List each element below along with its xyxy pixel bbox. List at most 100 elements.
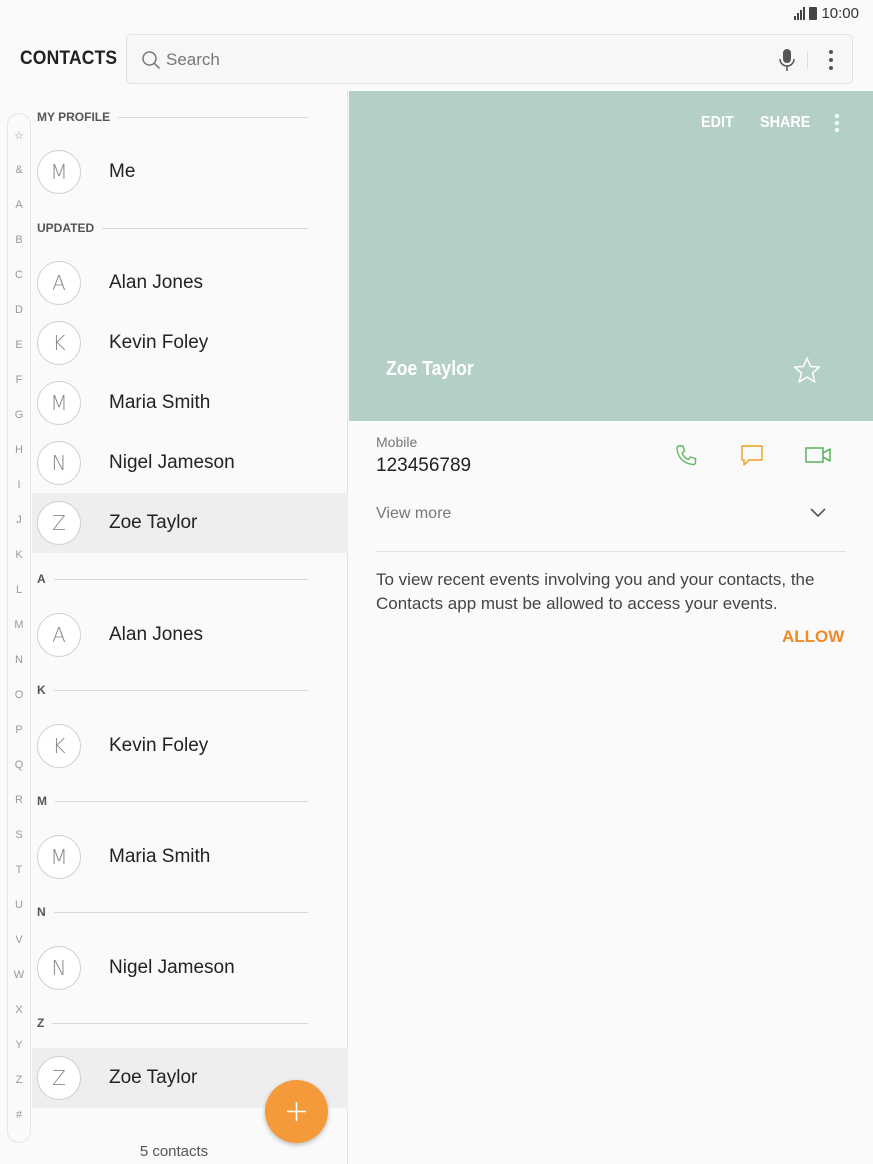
events-permission-text: To view recent events involving you and … — [376, 570, 815, 613]
avatar: A — [37, 613, 81, 657]
video-call-icon[interactable] — [804, 443, 832, 467]
avatar: M — [37, 381, 81, 425]
contact-name: Maria Smith — [109, 846, 211, 867]
index-letter[interactable]: C — [8, 269, 30, 281]
index-letter[interactable]: I — [8, 479, 30, 491]
index-letter[interactable]: O — [8, 689, 30, 701]
contact-name: Zoe Taylor — [109, 1067, 198, 1088]
index-letter[interactable]: B — [8, 234, 30, 246]
mic-icon[interactable] — [778, 48, 796, 72]
battery-icon — [809, 7, 818, 20]
avatar: N — [37, 946, 81, 990]
search-input[interactable] — [166, 45, 746, 75]
section-header-updated: UPDATED — [37, 220, 308, 236]
contact-name: Zoe Taylor — [109, 512, 198, 533]
section-header-k: K — [37, 682, 308, 698]
phone-number[interactable]: 123456789 — [376, 455, 471, 477]
index-letter[interactable]: Q — [8, 759, 30, 771]
section-header-a: A — [37, 571, 308, 587]
allow-button[interactable]: ALLOW — [782, 627, 844, 647]
avatar: M — [37, 835, 81, 879]
contact-detail-panel: EDIT SHARE Zoe Taylor Mobile 123456789 V… — [349, 91, 873, 1164]
index-letter[interactable]: N — [8, 654, 30, 666]
index-letter[interactable]: Y — [8, 1039, 30, 1051]
index-letter[interactable]: V — [8, 934, 30, 946]
index-letter[interactable]: ☆ — [8, 129, 30, 142]
index-letter[interactable]: F — [8, 374, 30, 386]
contact-row[interactable]: N Nigel Jameson — [32, 433, 348, 493]
share-button[interactable]: SHARE — [760, 114, 810, 132]
index-letter[interactable]: D — [8, 304, 30, 316]
edit-button[interactable]: EDIT — [701, 114, 734, 132]
contact-count: 5 contacts — [139, 1143, 209, 1160]
contact-row[interactable]: K Kevin Foley — [32, 313, 348, 373]
plus-icon — [287, 1102, 306, 1121]
avatar: A — [37, 261, 81, 305]
phone-type-label: Mobile — [376, 434, 418, 450]
index-letter[interactable]: M — [8, 619, 30, 631]
add-contact-button[interactable] — [265, 1080, 328, 1143]
contact-name: Me — [109, 161, 136, 182]
index-letter[interactable]: E — [8, 339, 30, 351]
status-time: 10:00 — [821, 5, 859, 22]
index-letter[interactable]: Z — [8, 1074, 30, 1086]
index-letter[interactable]: S — [8, 829, 30, 841]
contact-name: Kevin Foley — [109, 735, 209, 756]
search-icon — [142, 51, 161, 70]
index-letter[interactable]: T — [8, 864, 30, 876]
avatar: K — [37, 321, 81, 365]
index-letter[interactable]: L — [8, 584, 30, 596]
contact-hero: EDIT SHARE Zoe Taylor — [349, 91, 873, 421]
contact-name: Nigel Jameson — [109, 957, 235, 978]
contact-row[interactable]: A Alan Jones — [32, 253, 348, 313]
contact-row[interactable]: K Kevin Foley — [32, 716, 348, 776]
contact-name: Nigel Jameson — [109, 452, 235, 473]
search-separator — [807, 52, 808, 69]
contact-name: Alan Jones — [109, 624, 204, 645]
index-letter[interactable]: H — [8, 444, 30, 456]
status-indicators: 10:00 — [794, 5, 859, 22]
contact-row[interactable]: A Alan Jones — [32, 605, 348, 665]
status-bar: 10:00 — [0, 0, 873, 28]
message-icon[interactable] — [739, 443, 765, 469]
avatar: M — [37, 150, 81, 194]
contacts-list-panel: ☆ & A B C D E F G H I J K L M N O P Q R … — [0, 91, 348, 1164]
section-header-n: N — [37, 904, 308, 920]
contact-name: Alan Jones — [109, 272, 204, 293]
more-options-icon[interactable] — [828, 49, 834, 71]
avatar: N — [37, 441, 81, 485]
alphabet-index-bar[interactable]: ☆ & A B C D E F G H I J K L M N O P Q R … — [7, 113, 31, 1143]
contact-row-selected[interactable]: Z Zoe Taylor — [32, 493, 348, 553]
avatar: K — [37, 724, 81, 768]
contact-row[interactable]: M Maria Smith — [32, 827, 348, 887]
index-letter[interactable]: # — [8, 1109, 30, 1121]
avatar: Z — [37, 501, 81, 545]
phone-icon[interactable] — [674, 443, 698, 467]
index-letter[interactable]: & — [8, 164, 30, 176]
contact-row[interactable]: N Nigel Jameson — [32, 938, 348, 998]
index-letter[interactable]: G — [8, 409, 30, 421]
index-letter[interactable]: X — [8, 1004, 30, 1016]
index-letter[interactable]: U — [8, 899, 30, 911]
section-header-z: Z — [37, 1015, 308, 1031]
index-letter[interactable]: R — [8, 794, 30, 806]
contact-name: Maria Smith — [109, 392, 211, 413]
index-letter[interactable]: K — [8, 549, 30, 561]
index-letter[interactable]: J — [8, 514, 30, 526]
favorite-star-icon[interactable] — [793, 356, 821, 384]
search-box[interactable] — [126, 34, 853, 84]
view-more-link[interactable]: View more — [376, 505, 451, 523]
contact-row-me[interactable]: M Me — [32, 142, 348, 202]
index-letter[interactable]: A — [8, 199, 30, 211]
more-options-icon[interactable] — [834, 113, 840, 133]
avatar: Z — [37, 1056, 81, 1100]
index-letter[interactable]: W — [8, 969, 30, 981]
section-header-my-profile: MY PROFILE — [37, 109, 308, 125]
top-bar: CONTACTS — [0, 34, 873, 84]
contact-row[interactable]: M Maria Smith — [32, 373, 348, 433]
divider — [376, 551, 846, 552]
app-title: CONTACTS — [20, 48, 118, 69]
signal-icon — [794, 7, 806, 20]
index-letter[interactable]: P — [8, 724, 30, 736]
chevron-down-icon[interactable] — [809, 505, 827, 519]
